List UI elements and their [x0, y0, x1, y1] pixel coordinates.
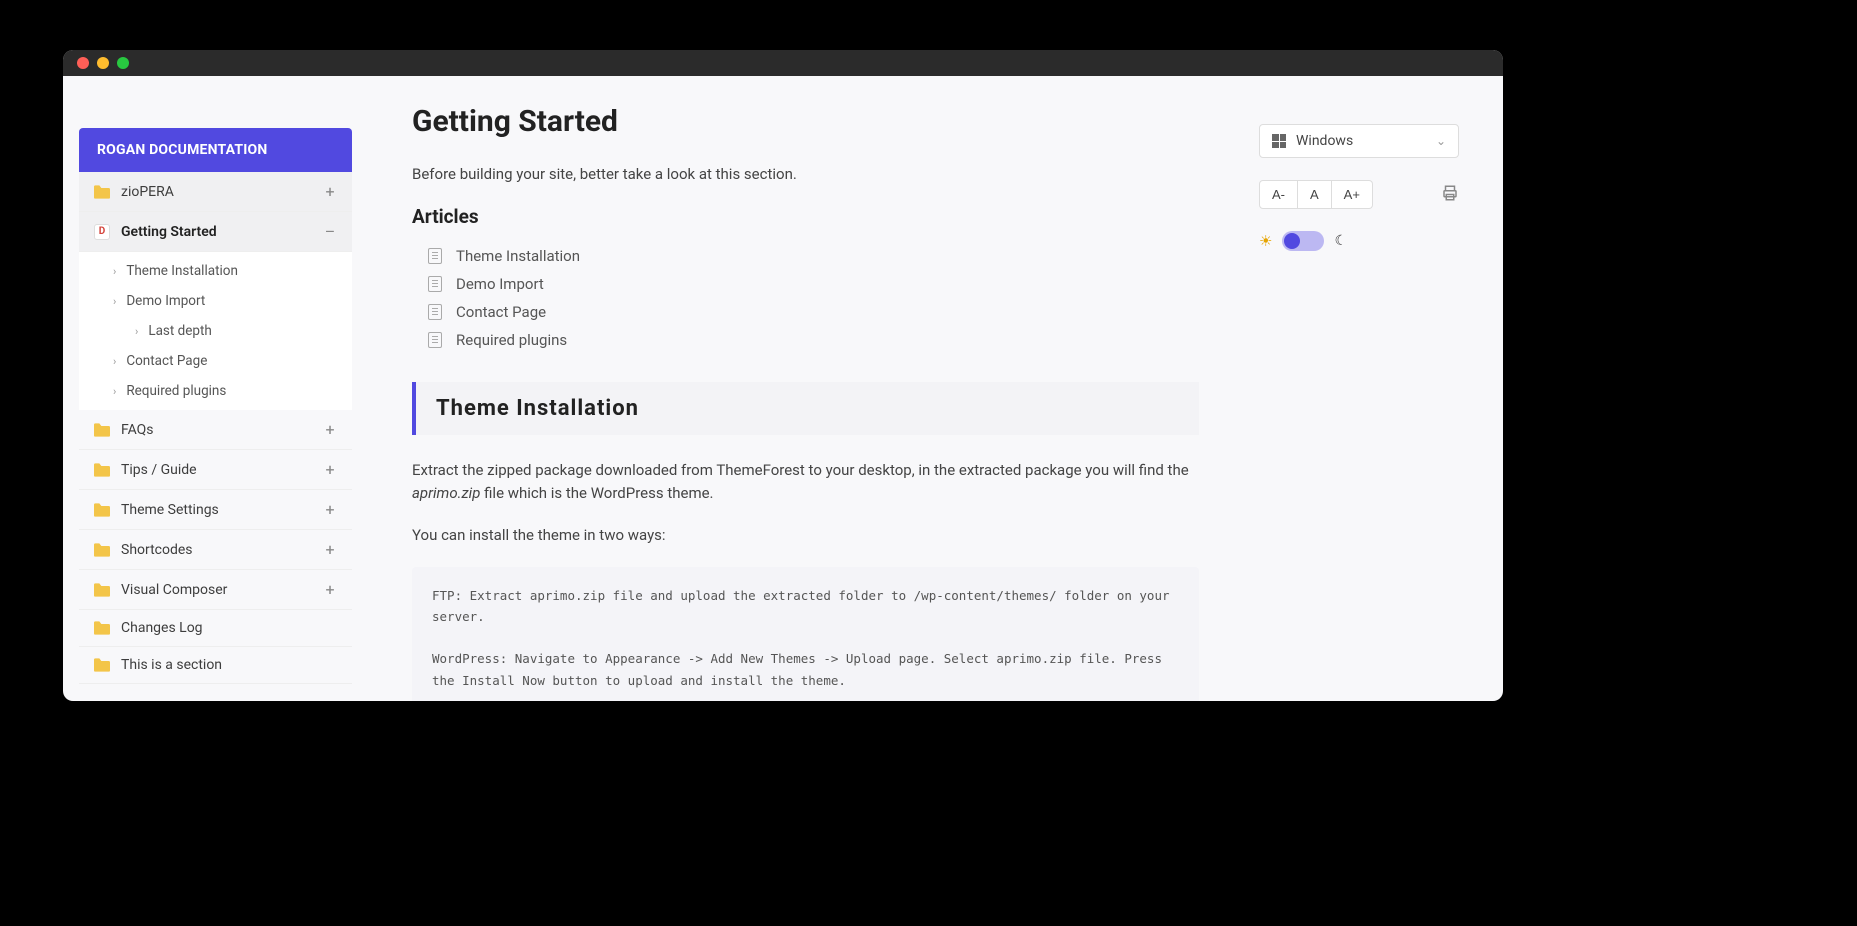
paragraph-text: file which is the WordPress theme. — [480, 484, 713, 502]
section-heading-box: Theme Installation — [412, 382, 1199, 435]
article-link-label: Required plugins — [456, 331, 567, 349]
article-content: Getting Started Before building your sit… — [412, 104, 1199, 701]
font-decrease-button[interactable]: A- — [1259, 180, 1298, 209]
os-select-label: Windows — [1296, 133, 1426, 149]
app-window: ROGAN DOCUMENTATION zioPERA + D Getting … — [63, 50, 1503, 701]
chevron-right-icon: › — [113, 385, 116, 398]
article-link-demo-import[interactable]: Demo Import — [428, 270, 1199, 298]
sidebar-item-visual-composer[interactable]: Visual Composer + — [79, 570, 352, 610]
chevron-right-icon: › — [113, 295, 116, 308]
sun-icon: ☀ — [1259, 232, 1272, 250]
window-titlebar — [63, 50, 1503, 76]
window-maximize-button[interactable] — [117, 57, 129, 69]
window-close-button[interactable] — [77, 57, 89, 69]
sidebar-item-ziopera[interactable]: zioPERA + — [79, 172, 352, 212]
print-button[interactable] — [1441, 184, 1459, 206]
intro-text: Before building your site, better take a… — [412, 165, 1199, 183]
printer-icon — [1441, 184, 1459, 202]
sidebar-sub-label: Required plugins — [126, 383, 226, 399]
sidebar-item-label: Tips / Guide — [121, 462, 322, 478]
font-increase-button[interactable]: A+ — [1332, 180, 1373, 209]
sidebar-sub-demo-import[interactable]: › Demo Import — [79, 286, 352, 316]
main-content: Getting Started Before building your sit… — [368, 76, 1503, 701]
sidebar-item-label: Theme Settings — [121, 502, 322, 518]
font-reset-button[interactable]: A — [1298, 180, 1332, 209]
chevron-down-icon: ⌄ — [1436, 134, 1446, 148]
document-icon — [428, 332, 442, 348]
folder-icon — [93, 463, 111, 477]
document-icon — [428, 276, 442, 292]
code-block: FTP: Extract aprimo.zip file and upload … — [412, 567, 1199, 702]
filename-text: aprimo.zip — [412, 484, 480, 502]
article-link-label: Contact Page — [456, 303, 546, 321]
sidebar-item-shortcodes[interactable]: Shortcodes + — [79, 530, 352, 570]
article-link-theme-installation[interactable]: Theme Installation — [428, 242, 1199, 270]
sidebar-item-label: zioPERA — [121, 184, 322, 200]
section-heading: Theme Installation — [436, 396, 1179, 421]
paragraph-extract: Extract the zipped package downloaded fr… — [412, 459, 1199, 504]
sidebar-sub-label: Demo Import — [126, 293, 205, 309]
sidebar-item-getting-started[interactable]: D Getting Started – — [79, 212, 352, 252]
sidebar: ROGAN DOCUMENTATION zioPERA + D Getting … — [63, 76, 368, 701]
sidebar-sub-label: Contact Page — [126, 353, 207, 369]
document-icon — [428, 248, 442, 264]
sidebar-item-label: Visual Composer — [121, 582, 322, 598]
expand-icon[interactable]: + — [322, 580, 338, 599]
sidebar-item-label: Shortcodes — [121, 542, 322, 558]
expand-icon[interactable]: + — [322, 500, 338, 519]
sidebar-item-label: FAQs — [121, 422, 322, 438]
folder-icon — [93, 503, 111, 517]
folder-icon — [93, 621, 111, 635]
document-icon — [428, 304, 442, 320]
app-body: ROGAN DOCUMENTATION zioPERA + D Getting … — [63, 76, 1503, 701]
folder-icon — [93, 658, 111, 672]
sidebar-item-label: This is a section — [121, 657, 322, 673]
page-title: Getting Started — [412, 104, 1199, 139]
theme-toggle-row: ☀ ☾ — [1259, 231, 1459, 251]
sidebar-item-this-is-a-section[interactable]: This is a section — [79, 647, 352, 684]
article-link-contact-page[interactable]: Contact Page — [428, 298, 1199, 326]
sidebar-sub-theme-installation[interactable]: › Theme Installation — [79, 256, 352, 286]
sidebar-item-label: Getting Started — [121, 224, 322, 240]
article-link-label: Demo Import — [456, 275, 544, 293]
paragraph-install-ways: You can install the theme in two ways: — [412, 524, 1199, 547]
moon-icon: ☾ — [1334, 233, 1347, 249]
folder-icon — [93, 185, 111, 199]
folder-icon — [93, 423, 111, 437]
theme-toggle[interactable] — [1282, 231, 1324, 251]
sidebar-item-changes-log[interactable]: Changes Log — [79, 610, 352, 647]
chevron-right-icon: › — [113, 355, 116, 368]
articles-list: Theme Installation Demo Import Contact P… — [412, 242, 1199, 354]
sidebar-item-tips-guide[interactable]: Tips / Guide + — [79, 450, 352, 490]
article-link-label: Theme Installation — [456, 247, 580, 265]
tools-panel: Windows ⌄ A- A A+ ☀ ☾ — [1259, 104, 1459, 701]
font-size-controls: A- A A+ — [1259, 180, 1459, 209]
sidebar-sub-label: Theme Installation — [126, 263, 238, 279]
expand-icon[interactable]: + — [322, 540, 338, 559]
sidebar-subtree: › Theme Installation › Demo Import › Last d… — [79, 252, 352, 410]
collapse-icon[interactable]: – — [322, 222, 338, 241]
sidebar-item-label: Changes Log — [121, 620, 322, 636]
sidebar-sub-label: Last depth — [148, 323, 212, 339]
expand-icon[interactable]: + — [322, 460, 338, 479]
sidebar-title: ROGAN DOCUMENTATION — [79, 128, 352, 172]
sidebar-sub-contact-page[interactable]: › Contact Page — [79, 346, 352, 376]
windows-icon — [1272, 134, 1286, 148]
sidebar-item-faqs[interactable]: FAQs + — [79, 410, 352, 450]
chevron-right-icon: › — [135, 325, 138, 338]
expand-icon[interactable]: + — [322, 420, 338, 439]
expand-icon[interactable]: + — [322, 182, 338, 201]
articles-heading: Articles — [412, 205, 1199, 228]
folder-icon — [93, 543, 111, 557]
article-link-required-plugins[interactable]: Required plugins — [428, 326, 1199, 354]
doc-icon: D — [93, 224, 111, 240]
folder-icon — [93, 583, 111, 597]
os-select[interactable]: Windows ⌄ — [1259, 124, 1459, 158]
sidebar-sub-required-plugins[interactable]: › Required plugins — [79, 376, 352, 406]
paragraph-text: Extract the zipped package downloaded fr… — [412, 461, 1189, 479]
sidebar-item-theme-settings[interactable]: Theme Settings + — [79, 490, 352, 530]
sidebar-sub-last-depth[interactable]: › Last depth — [79, 316, 352, 346]
window-minimize-button[interactable] — [97, 57, 109, 69]
chevron-right-icon: › — [113, 265, 116, 278]
